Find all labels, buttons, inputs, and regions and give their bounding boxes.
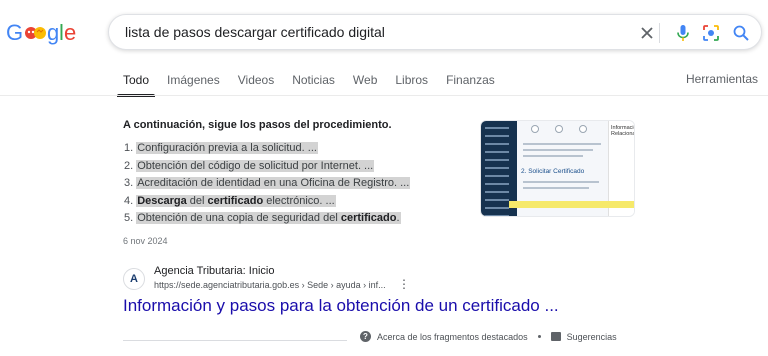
svg-text:g: g (47, 20, 59, 45)
tab-videos[interactable]: Videos (238, 72, 274, 94)
help-icon[interactable]: ? (360, 331, 371, 342)
step-text[interactable]: Obtención de una copia de seguridad del … (136, 212, 401, 224)
snippet-thumbnail[interactable]: 2. Solicitar Certificado Información Rel… (480, 120, 635, 217)
tab-web[interactable]: Web (353, 72, 377, 94)
step-part: . (396, 212, 400, 224)
snippet-footer: ? Acerca de los fragmentos destacados Su… (360, 331, 617, 342)
step-number: 3. (124, 177, 134, 189)
svg-text:e: e (64, 20, 76, 45)
list-item: 5. Obtención de una copia de seguridad de… (124, 210, 410, 228)
tools-button[interactable]: Herramientas (686, 72, 758, 86)
google-logo-icon: G g l e (6, 20, 76, 45)
tab-finanzas[interactable]: Finanzas (446, 72, 495, 94)
site-name[interactable]: Agencia Tributaria: Inicio (154, 265, 274, 277)
close-icon[interactable] (635, 21, 659, 45)
site-favicon[interactable]: A (123, 268, 145, 290)
step-bold: certificado (207, 194, 264, 207)
favicon-letter: A (130, 273, 138, 285)
thumbnail-highlight (509, 201, 634, 208)
step-part: electrónico. ... (263, 194, 335, 207)
step-number: 4. (124, 194, 134, 207)
list-item: 3. Acreditación de identidad en una Ofici… (124, 175, 411, 193)
result-title-link[interactable]: Información y pasos para la obtención de… (123, 296, 559, 316)
google-logo[interactable]: G g l e (6, 20, 76, 46)
mic-icon[interactable] (671, 21, 695, 45)
svg-text:G: G (6, 20, 23, 45)
tab-imagenes[interactable]: Imágenes (167, 72, 220, 94)
lens-icon[interactable] (699, 21, 723, 45)
step-bold: certificado (340, 212, 397, 224)
search-divider (659, 23, 660, 43)
more-options-icon[interactable]: ⋮ (398, 278, 410, 291)
step-text[interactable]: Descarga del certificado electrónico. ..… (136, 194, 336, 207)
feedback-icon[interactable] (550, 332, 561, 341)
site-url[interactable]: https://sede.agenciatributaria.gob.es › … (154, 280, 386, 290)
separator-dot (537, 335, 541, 338)
snippet-heading: A continuación, sigue los pasos del proc… (123, 119, 392, 131)
list-item: 2. Obtención del código de solicitud por … (124, 158, 410, 176)
thumbnail-right-title: Información Relacionada (611, 125, 634, 137)
tab-noticias[interactable]: Noticias (292, 72, 335, 94)
search-icon[interactable] (729, 21, 753, 45)
step-text[interactable]: Configuración previa a la solicitud. ... (136, 142, 318, 154)
tabs-divider (0, 95, 768, 96)
step-number: 5. (124, 212, 134, 224)
snippet-date: 6 nov 2024 (123, 236, 168, 246)
feedback-link[interactable]: Sugerencias (567, 332, 617, 342)
step-bold: Descarga (137, 194, 187, 207)
thumbnail-heading: 2. Solicitar Certificado (521, 168, 585, 175)
step-part: del (186, 194, 208, 207)
about-snippets-link[interactable]: Acerca de los fragmentos destacados (377, 332, 528, 342)
step-text[interactable]: Obtención del código de solicitud por In… (136, 159, 375, 172)
list-item: 1. Configuración previa a la solicitud. .… (124, 140, 410, 158)
footer-divider (123, 340, 347, 341)
tab-libros[interactable]: Libros (395, 72, 428, 94)
search-tabs: Todo Imágenes Videos Noticias Web Libros… (116, 72, 513, 97)
step-number: 2. (124, 159, 134, 172)
tab-todo[interactable]: Todo (116, 72, 156, 97)
snippet-steps: 1. Configuración previa a la solicitud. .… (124, 140, 411, 228)
list-item: 4. Descarga del certificado electrónico. … (124, 193, 410, 211)
step-number: 1. (124, 142, 134, 154)
search-input[interactable]: lista de pasos descargar certificado dig… (125, 24, 385, 40)
step-part: Obtención de una copia de seguridad del (137, 212, 341, 224)
step-text[interactable]: Acreditación de identidad en una Oficina… (136, 177, 411, 189)
search-box[interactable]: lista de pasos descargar certificado dig… (108, 14, 762, 50)
